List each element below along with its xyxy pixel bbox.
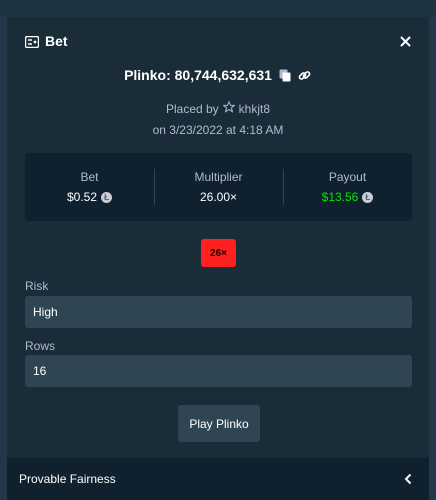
placed-by: Placed by khkjt8	[7, 100, 429, 116]
rows-field: 16	[25, 355, 412, 387]
game-id-row: Plinko: 80,744,632,631	[7, 65, 429, 85]
backdrop-top	[0, 0, 436, 17]
risk-label: Risk	[25, 279, 49, 293]
link-icon[interactable]	[298, 68, 312, 82]
modal-title: Bet	[45, 33, 68, 49]
bet-stats-panel: Bet $0.52 Ł Multiplier 26.00× Payout $13…	[25, 153, 412, 221]
stat-bet-label: Bet	[80, 170, 99, 184]
stat-multiplier-value: 26.00×	[199, 190, 238, 204]
provable-fairness-label: Provable Fairness	[19, 472, 116, 486]
play-plinko-button[interactable]: Play Plinko	[178, 405, 260, 442]
stat-multiplier: Multiplier 26.00×	[154, 153, 283, 221]
stat-bet: Bet $0.52 Ł	[25, 153, 154, 221]
ticket-icon	[24, 35, 40, 49]
stat-bet-value-row: $0.52 Ł	[66, 190, 113, 204]
stat-payout-value: $13.56	[321, 190, 359, 204]
result-multiplier-badge: 26×	[201, 239, 236, 267]
backdrop-left	[0, 0, 7, 500]
stat-multiplier-label: Multiplier	[194, 170, 243, 184]
stat-bet-value: $0.52	[66, 190, 98, 204]
backdrop-right	[429, 0, 436, 500]
bet-date: on 3/23/2022 at 4:18 AM	[152, 123, 284, 137]
stat-payout-value-row: $13.56 Ł	[322, 190, 374, 204]
stat-payout: Payout $13.56 Ł	[283, 153, 412, 221]
copy-icon[interactable]	[278, 68, 292, 82]
placed-by-label: Placed by	[165, 101, 219, 116]
bet-modal: Bet Plinko: 80,744,632,631 Placed by khk…	[7, 17, 429, 500]
rows-label: Rows	[25, 339, 56, 353]
star-icon	[222, 100, 236, 116]
stat-payout-label: Payout	[328, 170, 367, 184]
risk-field: High	[25, 296, 412, 328]
modal-header: Bet	[7, 17, 429, 65]
litecoin-icon: Ł	[362, 191, 374, 203]
game-id: Plinko: 80,744,632,631	[124, 67, 272, 83]
close-icon[interactable]	[395, 31, 415, 51]
litecoin-icon: Ł	[101, 191, 113, 203]
username-link[interactable]: khkjt8	[239, 102, 270, 116]
chevron-left-icon[interactable]	[401, 472, 415, 486]
provable-fairness-bar[interactable]: Provable Fairness	[7, 458, 429, 500]
